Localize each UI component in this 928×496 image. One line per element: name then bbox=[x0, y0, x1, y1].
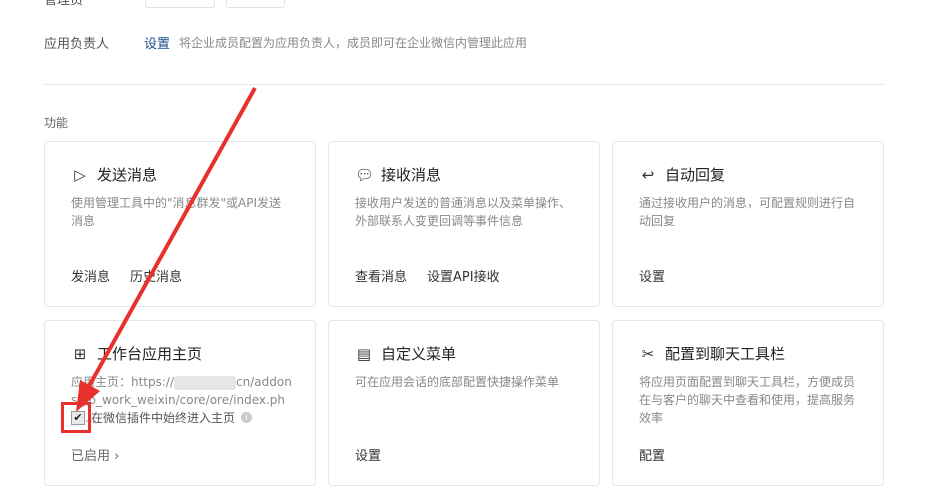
annotation-highlight-box bbox=[61, 402, 91, 433]
annotation-arrow bbox=[76, 87, 257, 412]
